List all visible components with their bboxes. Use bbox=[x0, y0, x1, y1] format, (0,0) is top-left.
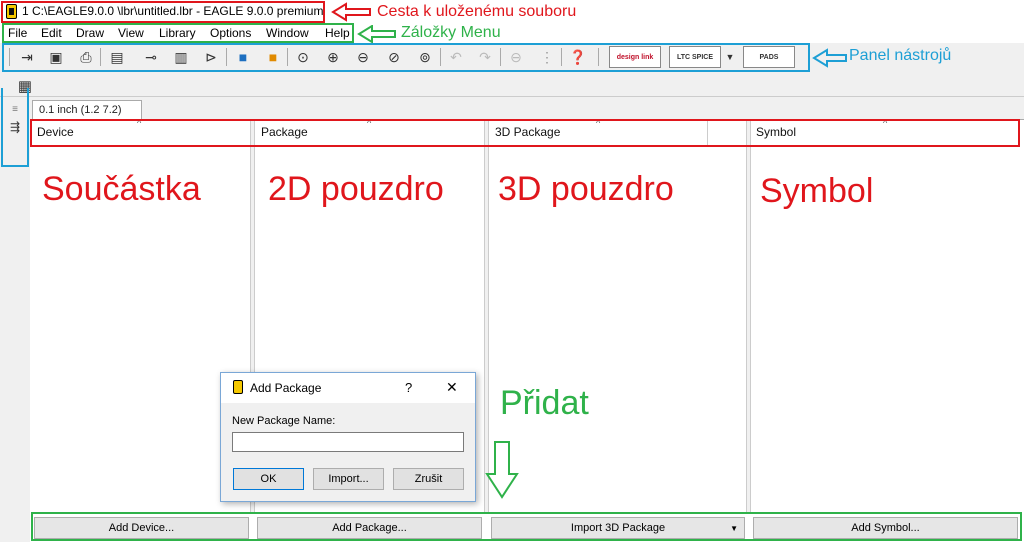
add-package-dialog: Add Package ? ✕ New Package Name: OK Imp… bbox=[220, 372, 476, 502]
save-icon[interactable]: ▣ bbox=[45, 47, 67, 67]
toolbar-separator bbox=[500, 48, 501, 66]
annotation-box-buttons bbox=[31, 512, 1022, 541]
annotation-3d-package: 3D pouzdro bbox=[498, 170, 674, 208]
ltc-spice-button[interactable]: LTC SPICE bbox=[669, 46, 721, 68]
chevron-down-icon[interactable]: ▼ bbox=[723, 47, 737, 67]
script-icon[interactable]: ■ bbox=[232, 47, 254, 67]
tab-bar bbox=[30, 97, 1024, 120]
menu-edit[interactable]: Edit bbox=[41, 26, 62, 40]
pin-icon[interactable]: ⊸ bbox=[140, 47, 162, 67]
zoom-fit-icon[interactable]: ⊙ bbox=[292, 47, 314, 67]
zoom-redraw-icon[interactable]: ⊚ bbox=[414, 47, 436, 67]
panel-handle-icon[interactable]: ≡ bbox=[4, 99, 26, 119]
package-name-input[interactable] bbox=[232, 432, 464, 452]
dialog-help-button[interactable]: ? bbox=[405, 380, 412, 395]
toolbar-separator bbox=[598, 48, 599, 66]
dialog-close-button[interactable]: ✕ bbox=[446, 379, 458, 396]
toolbar-separator bbox=[440, 48, 441, 66]
toolbar-separator bbox=[287, 48, 288, 66]
arrow-left-icon bbox=[812, 48, 847, 68]
eagle-app-icon bbox=[6, 4, 17, 19]
import-button[interactable]: Import... bbox=[313, 468, 384, 490]
arrow-left-icon bbox=[357, 25, 396, 43]
window-title: 1 C:\EAGLE9.0.0 \lbr\untitled.lbr - EAGL… bbox=[22, 4, 324, 18]
menu-view[interactable]: View bbox=[118, 26, 144, 40]
menu-library[interactable]: Library bbox=[159, 26, 196, 40]
menu-file[interactable]: File bbox=[8, 26, 27, 40]
cancel-button[interactable]: Zrušit bbox=[393, 468, 464, 490]
menu-options[interactable]: Options bbox=[210, 26, 251, 40]
dialog-title: Add Package bbox=[250, 381, 322, 395]
redo-icon[interactable]: ↷ bbox=[474, 47, 496, 67]
zoom-out-icon[interactable]: ⊖ bbox=[352, 47, 374, 67]
menu-window[interactable]: Window bbox=[266, 26, 309, 40]
annotation-menu: Záložky Menu bbox=[401, 24, 501, 41]
go-icon[interactable]: ⋮ bbox=[536, 47, 558, 67]
menu-help[interactable]: Help bbox=[325, 26, 350, 40]
pads-button[interactable]: PADS bbox=[743, 46, 795, 68]
toolbar-separator bbox=[100, 48, 101, 66]
ulp-icon[interactable]: ■ bbox=[262, 47, 284, 67]
column-divider[interactable] bbox=[746, 120, 751, 512]
symbol-icon[interactable]: ⊳ bbox=[200, 47, 222, 67]
grid-tab[interactable]: 0.1 inch (1.2 7.2) bbox=[32, 100, 142, 120]
annotation-add: Přidat bbox=[500, 384, 589, 422]
zoom-select-icon[interactable]: ⊘ bbox=[383, 47, 405, 67]
annotation-path: Cesta k uloženému souboru bbox=[377, 3, 577, 20]
toolbar-separator bbox=[9, 48, 10, 66]
panel-tool-icon[interactable]: ⇶ bbox=[4, 117, 26, 137]
grid-toolbar bbox=[0, 73, 1024, 97]
annotation-symbol: Symbol bbox=[760, 172, 874, 210]
annotation-package: 2D pouzdro bbox=[268, 170, 444, 208]
annotation-box-headers bbox=[30, 119, 1020, 147]
help-icon[interactable]: ❓ bbox=[567, 47, 589, 67]
print-icon[interactable]: ⎙ bbox=[75, 47, 97, 67]
ok-button[interactable]: OK bbox=[233, 468, 304, 490]
stop-icon[interactable]: ⊖ bbox=[505, 47, 527, 67]
arrow-down-icon bbox=[485, 441, 519, 499]
menu-draw[interactable]: Draw bbox=[76, 26, 104, 40]
package-icon[interactable]: ▥ bbox=[170, 47, 192, 67]
package-name-label: New Package Name: bbox=[232, 415, 336, 427]
toolbar-separator bbox=[561, 48, 562, 66]
zoom-in-icon[interactable]: ⊕ bbox=[322, 47, 344, 67]
library-book-icon[interactable]: ▤ bbox=[106, 47, 128, 67]
arrow-left-icon bbox=[331, 2, 371, 22]
undo-icon[interactable]: ↶ bbox=[445, 47, 467, 67]
open-icon[interactable]: ⇥ bbox=[16, 47, 38, 67]
toolbar-separator bbox=[226, 48, 227, 66]
annotation-device: Součástka bbox=[42, 170, 201, 208]
design-link-button[interactable]: design link bbox=[609, 46, 661, 68]
annotation-toolbar: Panel nástrojů bbox=[849, 47, 952, 64]
eagle-app-icon bbox=[233, 380, 243, 394]
